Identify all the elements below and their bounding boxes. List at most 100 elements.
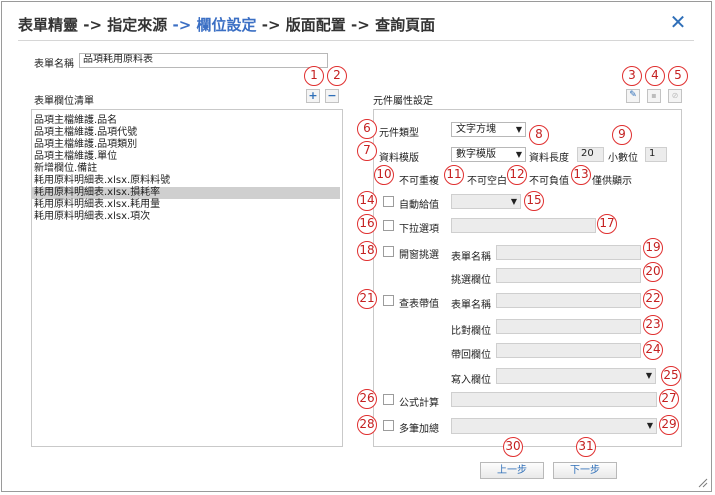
step-separator: -> (345, 16, 376, 34)
badge-27: 27 (659, 389, 679, 409)
auto-value-label: 自動給值 (399, 200, 439, 211)
popup-pick-field-label: 挑選欄位 (451, 275, 491, 286)
data-template-select[interactable]: 數字模版 ▼ (451, 147, 526, 162)
lookup-compare-field-label: 比對欄位 (451, 326, 491, 337)
edit-icon[interactable]: ✎ (626, 89, 640, 103)
data-length-label: 資料長度 (529, 153, 569, 164)
clear-icon[interactable]: ⊘ (668, 89, 682, 103)
props-title: 元件屬性設定 (373, 96, 433, 107)
not-empty-label: 不可空白 (467, 176, 507, 187)
step-field-settings: 欄位設定 (196, 16, 257, 34)
data-length-input[interactable]: 20 (577, 147, 604, 162)
step-separator: -> (256, 16, 286, 34)
multi-sum-checkbox[interactable] (383, 420, 394, 431)
formula-checkbox[interactable] (383, 394, 394, 405)
form-name-input[interactable]: 品項耗用原料表 (79, 53, 328, 68)
list-item-selected[interactable]: 耗用原料明細表.xlsx.損耗率 (32, 187, 340, 199)
badge-17: 17 (597, 214, 617, 234)
step-form-wizard: 表單精靈 (18, 16, 79, 34)
formula-input[interactable] (451, 392, 657, 407)
component-type-value: 文字方塊 (456, 124, 496, 135)
lookup-table-name-label: 表單名稱 (451, 300, 491, 311)
badge-9: 9 (612, 125, 632, 145)
chevron-down-icon: ▼ (510, 197, 517, 206)
list-item[interactable]: 品項主檔維護.單位 (32, 151, 340, 163)
badge-22: 22 (643, 289, 663, 309)
step-layout: 版面配置 (285, 16, 346, 34)
badge-28: 28 (357, 415, 377, 435)
badge-23: 23 (643, 315, 663, 335)
dropdown-option-checkbox[interactable] (383, 220, 394, 231)
badge-30: 30 (503, 437, 523, 457)
not-negative-label: 不可負值 (529, 176, 569, 187)
data-template-value: 數字模版 (456, 149, 496, 160)
badge-10: 10 (374, 165, 394, 185)
popup-table-name-input[interactable] (496, 245, 641, 260)
formula-label: 公式計算 (399, 398, 439, 409)
list-item[interactable]: 品項主檔維護.品名 (32, 115, 340, 127)
list-item[interactable]: 品項主檔維護.品項代號 (32, 127, 340, 139)
lookup-compare-field-input[interactable] (496, 319, 641, 334)
badge-8: 8 (529, 125, 549, 145)
popup-pick-field-input[interactable] (496, 268, 641, 283)
title-divider (18, 40, 694, 41)
display-only-label: 僅供顯示 (592, 176, 632, 187)
badge-31: 31 (576, 437, 596, 457)
list-item[interactable]: 耗用原料明細表.xlsx.原料料號 (32, 175, 340, 187)
badge-4: 4 (645, 66, 665, 86)
list-item[interactable]: 品項主檔維護.品項類別 (32, 139, 340, 151)
close-icon[interactable]: ✕ (668, 12, 688, 32)
badge-19: 19 (643, 238, 663, 258)
component-type-label: 元件類型 (379, 128, 419, 139)
decimals-input[interactable]: 1 (645, 147, 667, 162)
chevron-down-icon: ▼ (515, 150, 522, 159)
component-type-select[interactable]: 文字方塊 ▼ (451, 122, 526, 137)
popup-pick-label: 開窗挑選 (399, 250, 439, 261)
lookup-write-field-select[interactable]: ▼ (496, 368, 656, 384)
dropdown-option-input[interactable] (451, 218, 596, 233)
badge-25: 25 (661, 366, 681, 386)
save-icon[interactable]: ▪ (647, 89, 661, 103)
step-separator-current: -> (167, 16, 197, 34)
lookup-return-field-label: 帶回欄位 (451, 350, 491, 361)
badge-13: 13 (571, 165, 591, 185)
auto-value-select[interactable]: ▼ (451, 194, 521, 209)
chevron-down-icon: ▼ (515, 125, 522, 134)
badge-29: 29 (659, 415, 679, 435)
list-item[interactable]: 耗用原料明細表.xlsx.耗用量 (32, 199, 340, 211)
form-name-label: 表單名稱 (34, 59, 74, 70)
badge-24: 24 (643, 340, 663, 360)
add-field-button[interactable]: + (306, 89, 320, 103)
popup-pick-checkbox[interactable] (383, 246, 394, 257)
list-item[interactable]: 耗用原料明細表.xlsx.項次 (32, 211, 340, 223)
badge-11: 11 (444, 165, 464, 185)
chevron-down-icon: ▼ (646, 421, 653, 430)
prev-button[interactable]: 上一步 (480, 462, 544, 479)
lookup-checkbox[interactable] (383, 295, 394, 306)
badge-2: 2 (327, 66, 347, 86)
wizard-breadcrumb: 表單精靈 -> 指定來源 -> 欄位設定 -> 版面配置 -> 查詢頁面 (18, 14, 435, 35)
chevron-down-icon: ▼ (645, 371, 652, 380)
resize-grip-icon[interactable] (698, 478, 708, 488)
badge-6: 6 (357, 119, 377, 139)
next-button[interactable]: 下一步 (553, 462, 617, 479)
badge-7: 7 (357, 141, 377, 161)
remove-field-button[interactable]: − (325, 89, 339, 103)
badge-3: 3 (622, 66, 642, 86)
field-list-label: 表單欄位清單 (34, 96, 94, 107)
badge-1: 1 (304, 66, 324, 86)
badge-21: 21 (357, 289, 377, 309)
badge-14: 14 (357, 191, 377, 211)
multi-sum-select[interactable]: ▼ (451, 418, 657, 434)
badge-16: 16 (357, 214, 377, 234)
lookup-table-name-input[interactable] (496, 293, 641, 308)
badge-20: 20 (643, 262, 663, 282)
list-item[interactable]: 新增欄位.備註 (32, 163, 340, 175)
auto-value-checkbox[interactable] (383, 196, 394, 207)
field-list-panel: 品項主檔維護.品名 品項主檔維護.品項代號 品項主檔維護.品項類別 品項主檔維護… (31, 109, 343, 447)
badge-26: 26 (357, 389, 377, 409)
popup-table-name-label: 表單名稱 (451, 252, 491, 263)
lookup-return-field-input[interactable] (496, 343, 641, 358)
data-template-label: 資料模版 (379, 153, 419, 164)
lookup-label: 查表帶值 (399, 299, 439, 310)
